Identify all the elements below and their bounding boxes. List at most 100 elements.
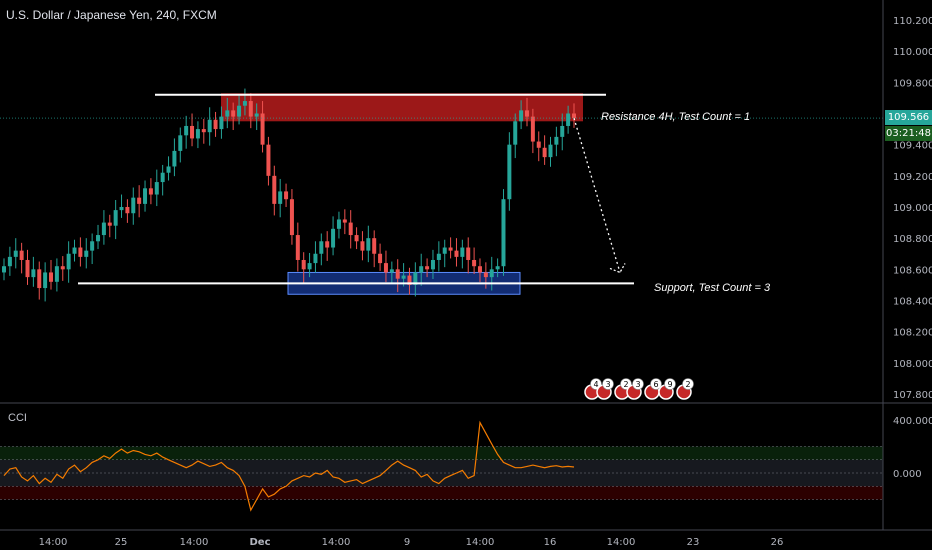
candle-body [213, 119, 218, 130]
price-tick-label: 108.000 [893, 359, 932, 370]
chart-canvas[interactable]: 4323692 110.200110.000109.800109.400109.… [0, 0, 932, 550]
candle-body [501, 199, 506, 267]
candle-body [25, 259, 30, 278]
candle-body [84, 250, 89, 257]
price-tick-label: 109.200 [893, 172, 932, 183]
candle-body [190, 125, 195, 139]
candle-body [325, 241, 330, 248]
candle-body [436, 253, 441, 260]
cci-tick-label: 400.000 [893, 416, 932, 427]
time-tick-label: 9 [404, 537, 410, 548]
candle-body [536, 141, 541, 148]
candle-body [278, 191, 283, 204]
event-flag[interactable]: 9 [658, 378, 676, 400]
event-flags[interactable]: 4323692 [584, 378, 694, 400]
candle-body [430, 259, 435, 270]
candle-body [37, 269, 42, 289]
candle-body [395, 269, 400, 279]
candle-body [454, 250, 459, 257]
candle-body [401, 275, 406, 279]
candle-body [31, 269, 36, 278]
candle-body [195, 129, 200, 139]
price-tick-label: 110.000 [893, 47, 932, 58]
candle-body [331, 228, 336, 248]
candle-body [272, 175, 277, 204]
cci-tick-label: 0.000 [893, 469, 922, 480]
cci-label: CCI [8, 412, 27, 424]
candle-body [49, 272, 54, 282]
candle-body [466, 247, 471, 260]
countdown-tag: 03:21:48 [885, 126, 932, 141]
candle-body [2, 266, 6, 273]
candle-body [96, 235, 101, 242]
candle-body [125, 207, 130, 214]
candle-body [148, 188, 153, 195]
resistance-annotation[interactable]: Resistance 4H, Test Count = 1 [601, 111, 750, 123]
candle-body [266, 144, 271, 176]
candle-body [378, 253, 383, 264]
candle-body [319, 241, 324, 254]
candle-body [131, 197, 136, 214]
candle-body [13, 250, 18, 257]
candle-body [507, 144, 512, 200]
candle-body [184, 125, 189, 136]
candle-body [90, 241, 95, 251]
candle-body [519, 110, 524, 122]
candle-body [477, 266, 482, 273]
price-tick-label: 108.400 [893, 297, 932, 308]
candle-body [495, 266, 500, 270]
flag-count-label: 3 [605, 380, 610, 389]
candle-body [154, 182, 159, 195]
projection-arrowhead [609, 263, 626, 274]
price-tick-label: 109.000 [893, 203, 932, 214]
price-tick-label: 110.200 [893, 16, 932, 27]
candle-body [366, 238, 371, 251]
price-tick-label: 109.800 [893, 78, 932, 89]
candle-body [248, 101, 253, 117]
candle-body [354, 235, 359, 242]
candle-body [160, 172, 165, 183]
price-tick-label: 108.200 [893, 328, 932, 339]
time-tick-label: 26 [771, 537, 784, 548]
candle-body [242, 101, 247, 106]
candle-body [113, 210, 118, 226]
candle-body [119, 207, 124, 211]
resistance-zone [221, 93, 583, 122]
price-tick-label: 109.400 [893, 141, 932, 152]
candle-body [295, 235, 300, 260]
candle-body [237, 105, 242, 117]
candle-body [301, 259, 306, 270]
price-tick-label: 107.800 [893, 390, 932, 401]
price-tick-label: 108.600 [893, 265, 932, 276]
time-tick-label: 25 [115, 537, 128, 548]
chart-title: U.S. Dollar / Japanese Yen, 240, FXCM [6, 8, 217, 22]
flag-count-label: 9 [667, 380, 672, 389]
cci-oversold-band [0, 486, 883, 500]
candle-body [483, 272, 488, 278]
candle-body [172, 150, 177, 167]
candle-body [60, 266, 65, 270]
time-tick-label: 14:00 [322, 537, 351, 548]
candle-body [572, 113, 576, 119]
candle-body [566, 113, 571, 126]
candle-body [231, 110, 236, 117]
candle-body [78, 247, 83, 257]
candle-body [289, 199, 294, 236]
candle-body [336, 219, 341, 229]
event-flag[interactable]: 2 [676, 378, 694, 400]
candle-body [419, 266, 424, 273]
candle-body [43, 272, 48, 289]
candle-body [207, 119, 212, 133]
candle-body [383, 263, 388, 273]
candle-body [513, 121, 518, 145]
projection-arrow [573, 117, 621, 273]
candle-body [389, 269, 394, 273]
candle-body [548, 144, 553, 158]
candle-body [72, 247, 77, 254]
flag-count-label: 6 [653, 380, 658, 389]
time-tick-label: 14:00 [180, 537, 209, 548]
candle-body [460, 247, 465, 257]
candle-body [425, 266, 430, 270]
support-annotation[interactable]: Support, Test Count = 3 [654, 282, 770, 294]
candle-body [489, 269, 494, 278]
